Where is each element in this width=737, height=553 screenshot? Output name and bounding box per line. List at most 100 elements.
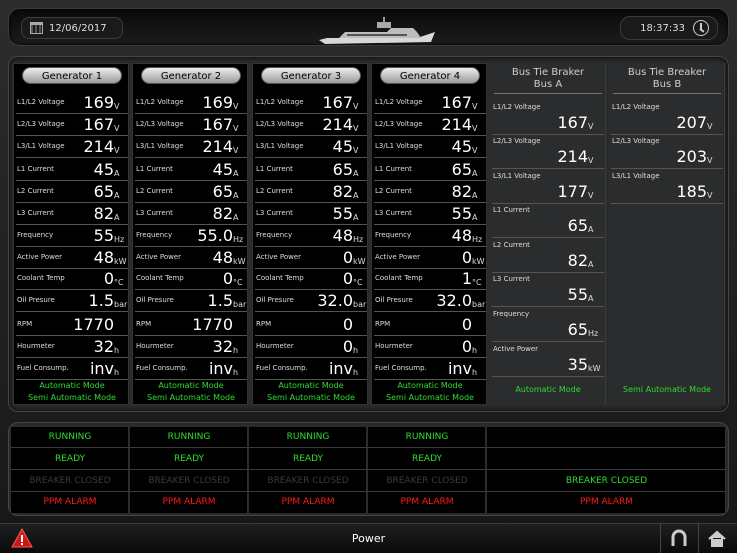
reading-label: L1/L2 Voltage [493,103,541,111]
semi-automatic-mode-label[interactable]: Semi Automatic Mode [372,393,488,402]
ppm-alarm-indicator: PPM ALARM [579,497,634,507]
reading-label: Frequency [493,310,530,318]
generator-4-button[interactable]: Generator 4 [380,67,480,84]
reading-label: Frequency [375,231,412,239]
reading-unit: kW [353,257,366,266]
reading-unit: kW [472,257,485,266]
reading-row: L3 Current 55 A [255,203,367,225]
reading-value: inv [328,359,353,378]
reading-value: 0 [461,337,472,356]
reading-value: 0 [103,269,114,288]
reading-value: 32.0 [317,291,353,310]
reading-row: L3/L1 Voltage 45 V [374,136,486,158]
reading-label: L3 Current [256,209,293,217]
reading-row: L2 Current 82 A [492,239,604,273]
reading-row: L1/L2 Voltage 207 V [611,101,723,135]
reading-value: 65 [451,160,472,179]
reading-row: Hourmeter 32 h [135,336,247,358]
reading-label: L2/L3 Voltage [256,120,304,128]
reading-value: 45 [451,137,472,156]
reading-unit: A [233,191,239,200]
reading-value: 185 [676,182,707,201]
reading-label: Fuel Consump. [256,364,308,372]
page-title: Power [351,532,386,545]
generator-1-column: Generator 1 L1/L2 Voltage 169 V L2/L3 Vo… [13,63,129,405]
divider [613,93,721,94]
reading-label: Coolant Temp [136,274,184,282]
reading-unit: °C [472,278,482,287]
reading-row: L3 Current 55 A [492,273,604,307]
reading-value: 0 [342,337,353,356]
ready-indicator: READY [368,449,486,470]
reading-unit: V [353,146,359,155]
breaker-closed-indicator: BREAKER CLOSED [11,471,129,492]
generator-2-button[interactable]: Generator 2 [141,67,241,84]
app-window: 12/06/2017 18:37:33 Generator 1 L1/L2 Vo… [0,0,737,553]
reading-row: Active Power 0 kW [374,247,486,269]
reading-value: 0 [222,269,233,288]
reading-row: Coolant Temp 0 °C [135,268,247,290]
reading-unit: V [114,146,120,155]
reading-value: inv [208,359,233,378]
reading-unit: h [233,368,239,377]
reading-row: RPM 1770 [135,314,247,336]
ppm-alarm-indicator: PPM ALARM [400,497,454,507]
reading-unit: V [472,146,478,155]
semi-automatic-mode-label[interactable]: Semi Automatic Mode [14,393,130,402]
semi-automatic-mode-label[interactable]: Semi Automatic Mode [253,393,369,402]
reading-row: L1/L2 Voltage 169 V [135,92,247,114]
semi-automatic-mode-label[interactable]: Semi Automatic Mode [133,393,249,402]
reading-row: Active Power 0 kW [255,247,367,269]
reading-value: 0 [461,315,472,334]
reading-unit: °C [114,278,124,287]
reading-label: Active Power [493,345,539,353]
reading-value: 55 [451,204,472,223]
reading-value: 32 [93,337,114,356]
reading-value: 1.5 [207,291,233,310]
generator-3-button[interactable]: Generator 3 [261,67,361,84]
reading-label: Oil Presure [136,296,174,304]
automatic-mode-label[interactable]: Automatic Mode [372,381,488,390]
mode-label[interactable]: Automatic Mode [490,385,606,394]
reading-value: 48 [212,248,233,267]
automatic-mode-label[interactable]: Automatic Mode [14,381,130,390]
reading-row: Fuel Consump. inv h [255,358,367,380]
back-button[interactable] [660,524,696,553]
reading-label: Fuel Consump. [17,364,69,372]
generator-1-button[interactable]: Generator 1 [22,67,122,84]
automatic-mode-label[interactable]: Automatic Mode [133,381,249,390]
reading-label: L1/L2 Voltage [256,98,304,106]
reading-row: Coolant Temp 0 °C [16,268,128,290]
reading-value: 203 [676,147,707,166]
reading-label: Hourmeter [256,342,294,350]
generator-4-column: Generator 4 L1/L2 Voltage 167 V L2/L3 Vo… [371,63,487,405]
reading-label: Hourmeter [136,342,174,350]
automatic-mode-label[interactable]: Automatic Mode [253,381,369,390]
reading-label: L3/L1 Voltage [375,142,423,150]
reading-label: Oil Presure [375,296,413,304]
date-display[interactable]: 12/06/2017 [21,17,123,39]
reading-unit: V [707,191,713,200]
reading-unit: V [588,122,594,131]
reading-value: 1770 [73,315,114,334]
reading-label: Frequency [17,231,54,239]
reading-label: L1 Current [375,165,412,173]
reading-row: L1/L2 Voltage 167 V [492,101,604,135]
time-display[interactable]: 18:37:33 [620,16,718,40]
reading-row: L1 Current 45 A [135,159,247,181]
reading-value: 169 [83,93,114,112]
reading-value: 65 [567,320,588,339]
mode-label[interactable]: Semi Automatic Mode [609,385,725,394]
reading-row: Frequency 55 Hz [16,225,128,247]
reading-row: RPM 0 [374,314,486,336]
reading-label: Fuel Consump. [375,364,427,372]
reading-row: L2/L3 Voltage 167 V [135,114,247,136]
reading-unit: V [588,191,594,200]
bus-title: Bus Tie Braker Bus A [511,67,585,90]
reading-row: L2/L3 Voltage 214 V [374,114,486,136]
reading-row: L3/L1 Voltage 214 V [16,136,128,158]
ready-indicator: READY [249,449,367,470]
home-button[interactable] [698,524,734,553]
reading-label: Active Power [136,253,182,261]
reading-unit: Hz [472,235,483,244]
